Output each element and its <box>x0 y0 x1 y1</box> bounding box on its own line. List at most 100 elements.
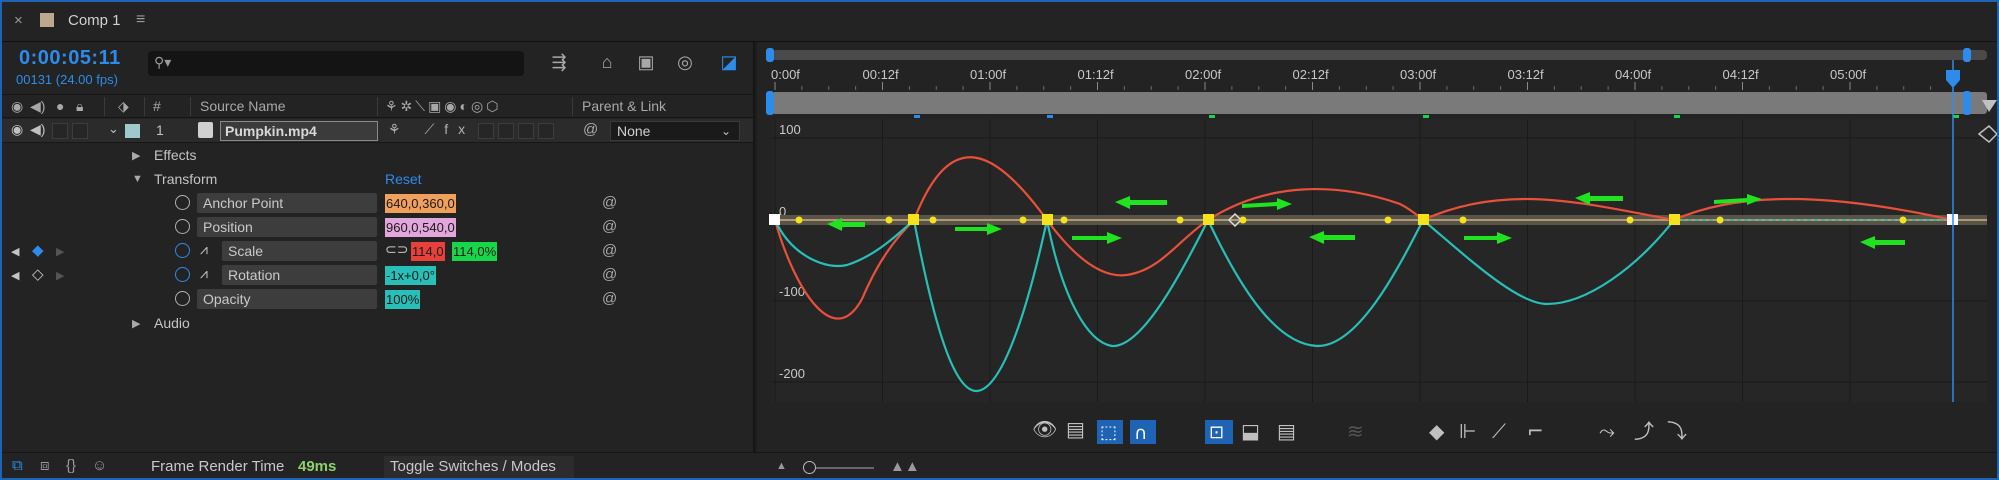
prev-keyframe-icon[interactable]: ◀ <box>11 269 19 282</box>
keyframe-icon: ◆ <box>1429 419 1445 443</box>
auto-bezier-icon: ⌐ <box>1527 419 1544 443</box>
toggle-switches-modes-button[interactable]: Toggle Switches / Modes <box>384 456 574 478</box>
next-keyframe-icon[interactable]: ▶ <box>56 245 64 258</box>
switch-box[interactable] <box>478 123 494 139</box>
expression-pickwhip-icon[interactable]: @ <box>602 290 617 307</box>
stopwatch-icon[interactable] <box>175 243 190 258</box>
anchor-point-value[interactable]: 640,0,360,0 <box>385 194 456 213</box>
column-parent-link[interactable]: Parent & Link <box>582 98 666 114</box>
property-position: Position 960,0,540,0 @ <box>0 215 753 239</box>
scale-x-value[interactable]: 114,0 <box>411 242 445 261</box>
graph-editor-canvas[interactable]: 0:00f 00:12f 01:00f 01:12f 02:00f 02:12f 03:00… <box>757 42 1999 452</box>
transform-label[interactable]: Transform <box>154 171 217 187</box>
opacity-value[interactable]: 100% <box>385 290 421 309</box>
reset-link[interactable]: Reset <box>385 171 422 187</box>
audio-toggle-icon[interactable]: ◀) <box>30 121 45 138</box>
separate-dimensions-icon: ≋ <box>1347 419 1364 443</box>
ruler-tick-label: 02:12f <box>1293 67 1330 82</box>
effects-label[interactable]: Effects <box>154 147 197 163</box>
layer-label-color[interactable] <box>125 124 140 138</box>
switch-box[interactable] <box>498 123 514 139</box>
svg-text:⊡: ⊡ <box>1209 422 1224 443</box>
property-label: Opacity <box>197 289 377 309</box>
keyframe-icon[interactable]: ◆ <box>32 241 44 259</box>
layer-switches[interactable]: ⚘ ⟋fx <box>388 121 475 138</box>
property-label: Anchor Point <box>197 193 377 213</box>
effects-group-row[interactable]: ▶ Effects <box>0 143 753 167</box>
solo-icon[interactable]: ● <box>56 98 64 114</box>
expression-pickwhip-icon[interactable]: @ <box>602 194 617 211</box>
ruler-tick-label: 02:00f <box>1185 67 1222 82</box>
prev-keyframe-icon[interactable]: ◀ <box>11 245 19 258</box>
zoom-in-icon[interactable]: ▲▲ <box>890 458 920 475</box>
pickwhip-icon[interactable]: @ <box>583 121 598 138</box>
current-time-display[interactable]: 0:00:05:11 <box>19 47 121 70</box>
property-label: Position <box>197 217 377 237</box>
parent-select[interactable]: None ⌄ <box>610 121 740 141</box>
layer-name-field[interactable]: Pumpkin.mp4 <box>220 121 378 141</box>
hold-icon: ⊩ <box>1459 419 1476 443</box>
expression-pickwhip-icon[interactable]: @ <box>602 242 617 259</box>
audio-icon[interactable]: ◀) <box>30 98 45 115</box>
next-keyframe-icon[interactable]: ▶ <box>56 269 64 282</box>
chevron-right-icon[interactable]: ▶ <box>132 317 140 330</box>
rotation-value[interactable]: -1x+0,0° <box>385 266 436 285</box>
zoom-slider-track[interactable] <box>806 467 874 469</box>
chevron-right-icon[interactable]: ▶ <box>132 149 140 162</box>
label-tag-icon[interactable]: ⬗ <box>118 98 129 115</box>
constrain-proportions-icon[interactable]: ⊂⊃ <box>385 241 408 258</box>
fit-all-icon: ⬓ <box>1241 419 1260 443</box>
work-area-end-handle <box>1963 48 1971 62</box>
stopwatch-icon[interactable] <box>175 195 190 210</box>
edit-speed-icon: ▤ <box>1277 419 1296 443</box>
switch-box[interactable] <box>518 123 534 139</box>
eye-icon[interactable]: ◉ <box>11 98 23 115</box>
audio-label[interactable]: Audio <box>154 315 190 331</box>
keyframe-icon[interactable]: ◇ <box>32 265 44 283</box>
graph-editor-panel[interactable]: 0:00f 00:12f 01:00f 01:12f 02:00f 02:12f 03:00… <box>757 42 1999 452</box>
layer-switches-icon[interactable]: ⧉ <box>12 457 23 474</box>
switch-box[interactable] <box>538 123 554 139</box>
chevron-down-icon[interactable]: ▼ <box>132 173 143 185</box>
graph-editor-icon[interactable]: ◪ <box>716 52 742 74</box>
ruler-tick-label: 01:00f <box>970 67 1007 82</box>
stopwatch-icon[interactable] <box>175 219 190 234</box>
position-value[interactable]: 960,0,540,0 <box>385 218 456 237</box>
column-number[interactable]: # <box>153 98 161 114</box>
zoom-out-icon[interactable]: ▲ <box>776 460 787 472</box>
expression-pickwhip-icon[interactable]: @ <box>602 266 617 283</box>
switches-icons[interactable]: ⚘✲⟍▣◉◐◎⬡ <box>385 98 501 115</box>
render-time-icon[interactable]: ☺ <box>92 457 107 474</box>
shy-layers-icon[interactable]: ▣ <box>633 52 659 74</box>
ruler-tick-label: 05:00f <box>1830 67 1867 82</box>
frame-blending-icon[interactable]: ◎ <box>672 52 698 74</box>
transform-group-row[interactable]: ▼ Transform Reset <box>0 167 753 191</box>
audio-group-row[interactable]: ▶ Audio <box>0 311 753 335</box>
chevron-down-icon[interactable]: ⌄ <box>108 121 119 137</box>
stopwatch-icon[interactable] <box>175 291 190 306</box>
property-label: Scale <box>222 241 377 261</box>
ease-in-icon: ⤴ <box>1634 419 1654 443</box>
playhead-handle <box>1946 70 1960 88</box>
in-out-icon[interactable]: {} <box>66 457 76 474</box>
hamburger-menu-icon[interactable]: ≡ <box>136 11 145 29</box>
expression-pickwhip-icon[interactable]: @ <box>602 218 617 235</box>
column-source-name[interactable]: Source Name <box>200 98 286 114</box>
zoom-slider-knob[interactable] <box>803 461 816 474</box>
scale-y-value[interactable]: 114,0% <box>452 242 498 261</box>
graph-toggle-icon[interactable]: ⩘ <box>200 241 208 258</box>
solo-toggle[interactable] <box>52 123 68 139</box>
visibility-eye-icon[interactable]: ◉ <box>11 121 23 138</box>
stopwatch-icon[interactable] <box>175 267 190 282</box>
timeline-search-input[interactable]: ⚲▾ <box>148 51 524 76</box>
transfer-controls-icon[interactable]: ⧈ <box>40 457 50 474</box>
layer-row[interactable]: ◉ ◀) ⌄ 1 Pumpkin.mp4 ⚘ ⟋fx @ None ⌄ <box>0 119 753 143</box>
lock-toggle[interactable] <box>72 123 88 139</box>
composition-flowchart-icon[interactable]: ⇶ <box>546 52 572 74</box>
lock-icon[interactable]: 🔒︎ <box>76 98 83 115</box>
comp-tab-title[interactable]: Comp 1 <box>68 12 121 29</box>
close-icon[interactable]: × <box>14 12 23 29</box>
graph-toggle-icon[interactable]: ⩘ <box>200 265 208 282</box>
draft-3d-icon[interactable]: ⌂ <box>594 52 620 74</box>
navigator-start-handle <box>766 91 774 115</box>
